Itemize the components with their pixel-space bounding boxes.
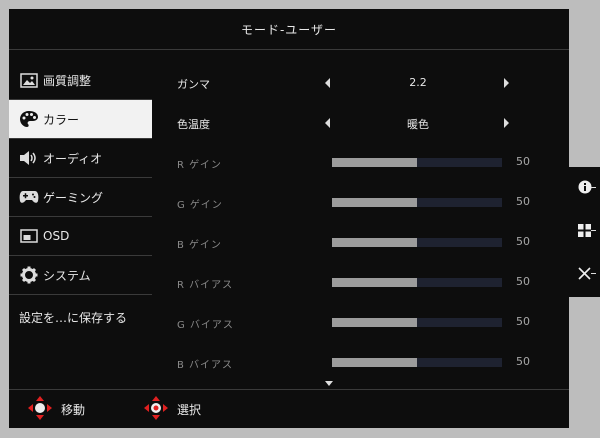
slider-label: R バイアス bbox=[177, 280, 234, 291]
slider-fill bbox=[332, 318, 417, 327]
settings-panel: ガンマ 2.2 色温度 暖色 R ゲイン 50 G ゲイン 50 B ゲイン 50 R バイ… bbox=[159, 61, 551, 381]
slider-row[interactable]: R バイアス 50 bbox=[159, 261, 551, 301]
sidebar-item-color[interactable]: カラー bbox=[9, 100, 152, 139]
left-arrow-icon[interactable] bbox=[325, 118, 330, 128]
close-icon bbox=[578, 265, 591, 284]
panel-dash bbox=[591, 273, 596, 274]
slider-track[interactable] bbox=[332, 278, 502, 287]
slider-fill bbox=[332, 198, 417, 207]
side-panel bbox=[569, 167, 600, 297]
slider-value: 50 bbox=[516, 155, 530, 168]
move-hint: 移動 bbox=[27, 395, 85, 424]
dpad-select-icon bbox=[143, 395, 169, 424]
sidebar-item-system[interactable]: システム bbox=[9, 256, 152, 295]
select-hint: 選択 bbox=[143, 395, 201, 424]
slider-label: G ゲイン bbox=[177, 200, 223, 211]
footer-hints: 移動 選択 bbox=[9, 389, 569, 429]
sidebar-item-label: 画質調整 bbox=[43, 73, 92, 88]
sidebar-item-audio[interactable]: オーディオ bbox=[9, 139, 152, 178]
right-arrow-icon[interactable] bbox=[504, 118, 509, 128]
slider-track[interactable] bbox=[332, 198, 502, 207]
slider-row[interactable]: G ゲイン 50 bbox=[159, 181, 551, 221]
slider-row[interactable]: B バイアス 50 bbox=[159, 341, 551, 381]
slider-label: G バイアス bbox=[177, 320, 234, 331]
dpad-move-icon bbox=[27, 395, 53, 424]
info-button[interactable] bbox=[569, 167, 600, 210]
slider-track[interactable] bbox=[332, 318, 502, 327]
slider-fill bbox=[332, 358, 417, 367]
slider-row[interactable]: G バイアス 50 bbox=[159, 301, 551, 341]
slider-track[interactable] bbox=[332, 358, 502, 367]
gear-icon bbox=[19, 265, 39, 285]
slider-row[interactable]: R ゲイン 50 bbox=[159, 141, 551, 181]
slider-track[interactable] bbox=[332, 158, 502, 167]
right-arrow-icon[interactable] bbox=[504, 78, 509, 88]
sidebar-item-gaming[interactable]: ゲーミング bbox=[9, 178, 152, 217]
grid-icon bbox=[578, 222, 591, 241]
slider-value: 50 bbox=[516, 235, 530, 248]
slider-label: B ゲイン bbox=[177, 240, 222, 251]
close-button[interactable] bbox=[569, 253, 600, 296]
gamepad-icon bbox=[19, 187, 39, 207]
page-title: モード-ユーザー bbox=[240, 22, 338, 37]
panel-dash bbox=[591, 230, 596, 231]
color-temp-label: 色温度 bbox=[177, 118, 210, 131]
scroll-down-icon[interactable] bbox=[325, 381, 333, 386]
grid-button[interactable] bbox=[569, 210, 600, 253]
info-icon bbox=[578, 179, 592, 198]
slider-value: 50 bbox=[516, 275, 530, 288]
sidebar-item-osd[interactable]: OSD bbox=[9, 217, 152, 256]
palette-icon bbox=[19, 109, 39, 129]
select-label: 選択 bbox=[177, 403, 202, 417]
slider-track[interactable] bbox=[332, 238, 502, 247]
gamma-label: ガンマ bbox=[177, 78, 210, 91]
slider-fill bbox=[332, 238, 417, 247]
sidebar-item-label: OSD bbox=[43, 229, 70, 243]
sidebar-item-label: システム bbox=[43, 268, 91, 283]
slider-value: 50 bbox=[516, 195, 530, 208]
picture-icon bbox=[19, 70, 39, 90]
save-settings-label: 設定を…に保存する bbox=[19, 310, 128, 325]
left-arrow-icon[interactable] bbox=[325, 78, 330, 88]
speaker-icon bbox=[19, 148, 39, 168]
slider-value: 50 bbox=[516, 355, 530, 368]
slider-label: B バイアス bbox=[177, 360, 234, 371]
gamma-row[interactable]: ガンマ 2.2 bbox=[159, 61, 551, 101]
sidebar-item-picture[interactable]: 画質調整 bbox=[9, 61, 152, 100]
sidebar-item-label: ゲーミング bbox=[43, 190, 104, 205]
sidebar-item-label: カラー bbox=[43, 112, 80, 127]
osd-icon bbox=[19, 226, 39, 246]
slider-fill bbox=[332, 278, 417, 287]
slider-row[interactable]: B ゲイン 50 bbox=[159, 221, 551, 261]
slider-fill bbox=[332, 158, 417, 167]
move-label: 移動 bbox=[61, 403, 86, 417]
panel-dash bbox=[591, 187, 596, 188]
color-temp-value: 暖色 bbox=[407, 118, 429, 131]
gamma-value: 2.2 bbox=[409, 76, 427, 89]
save-settings-item[interactable]: 設定を…に保存する bbox=[9, 295, 152, 339]
slider-label: R ゲイン bbox=[177, 160, 222, 171]
osd-menu: モード-ユーザー 画質調整 カラー オーディオ ゲーミング OSD システム 設… bbox=[9, 9, 569, 428]
sidebar: 画質調整 カラー オーディオ ゲーミング OSD システム 設定を…に保存する bbox=[9, 61, 152, 339]
slider-value: 50 bbox=[516, 315, 530, 328]
color-temp-row[interactable]: 色温度 暖色 bbox=[159, 101, 551, 141]
menu-title-bar: モード-ユーザー bbox=[9, 9, 569, 50]
sidebar-item-label: オーディオ bbox=[43, 151, 103, 166]
